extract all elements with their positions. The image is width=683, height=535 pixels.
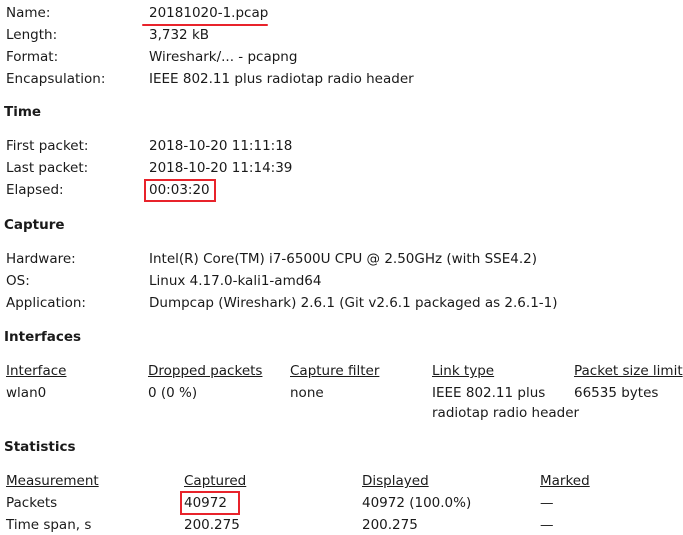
measurement-column-header: Measurement	[6, 473, 99, 489]
encapsulation-value: IEEE 802.11 plus radiotap radio header	[149, 71, 414, 87]
red-box-annotation	[144, 179, 216, 202]
last-packet-value: 2018-10-20 11:14:39	[149, 160, 293, 176]
captured-column-header: Captured	[184, 473, 247, 489]
link-type-cell: IEEE 802.11 plus	[432, 385, 546, 401]
packets-measurement: Packets	[6, 495, 58, 511]
dropped-packets-column-header: Dropped packets	[148, 363, 263, 379]
interface-cell: wlan0	[6, 385, 47, 401]
last-packet-label: Last packet:	[6, 160, 89, 176]
name-value: 20181020-1.pcap	[149, 5, 269, 21]
red-box-annotation	[180, 491, 240, 515]
link-type-column-header: Link type	[432, 363, 495, 379]
interfaces-heading: Interfaces	[4, 329, 82, 345]
format-value: Wireshark/... - pcapng	[149, 49, 298, 65]
link-type-cell-continued: radiotap radio header	[432, 405, 580, 421]
interface-column-header: Interface	[6, 363, 67, 379]
application-label: Application:	[6, 295, 86, 311]
timespan-displayed: 200.275	[362, 517, 418, 533]
statistics-heading: Statistics	[4, 439, 76, 455]
packet-size-limit-cell: 66535 bytes	[574, 385, 659, 401]
format-label: Format:	[6, 49, 59, 65]
os-label: OS:	[6, 273, 30, 289]
encapsulation-label: Encapsulation:	[6, 71, 106, 87]
capture-filter-cell: none	[290, 385, 324, 401]
marked-column-header: Marked	[540, 473, 590, 489]
capture-heading: Capture	[4, 217, 65, 233]
timespan-measurement: Time span, s	[6, 517, 92, 533]
application-value: Dumpcap (Wireshark) 2.6.1 (Git v2.6.1 pa…	[149, 295, 558, 311]
first-packet-value: 2018-10-20 11:11:18	[149, 138, 293, 154]
timespan-marked: —	[540, 517, 554, 533]
elapsed-label: Elapsed:	[6, 182, 64, 198]
hardware-value: Intel(R) Core(TM) i7-6500U CPU @ 2.50GHz…	[149, 251, 537, 267]
length-value: 3,732 kB	[149, 27, 210, 43]
packets-displayed: 40972 (100.0%)	[362, 495, 472, 511]
packet-size-limit-column-header: Packet size limit	[574, 363, 683, 379]
capture-filter-column-header: Capture filter	[290, 363, 380, 379]
packets-marked: —	[540, 495, 554, 511]
os-value: Linux 4.17.0-kali1-amd64	[149, 273, 322, 289]
first-packet-label: First packet:	[6, 138, 89, 154]
name-label: Name:	[6, 5, 51, 21]
length-label: Length:	[6, 27, 58, 43]
timespan-captured: 200.275	[184, 517, 240, 533]
displayed-column-header: Displayed	[362, 473, 429, 489]
time-heading: Time	[4, 104, 42, 120]
dropped-packets-cell: 0 (0 %)	[148, 385, 198, 401]
hardware-label: Hardware:	[6, 251, 76, 267]
